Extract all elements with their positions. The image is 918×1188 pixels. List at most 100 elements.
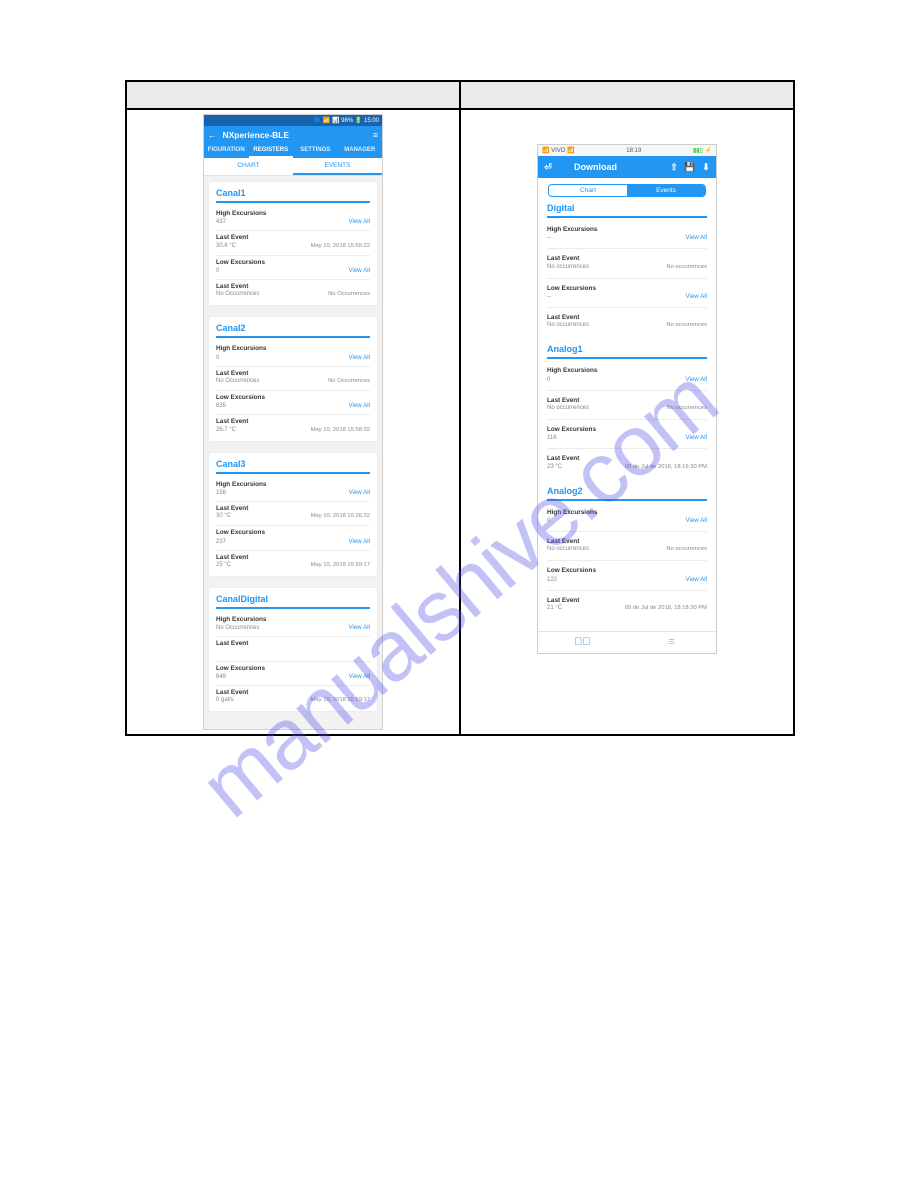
download-icon[interactable]: ⬇ [700, 161, 712, 173]
seg-events[interactable]: Events [627, 185, 705, 196]
excursion-section: High Excursions0 View All [547, 503, 707, 532]
tab-registers[interactable]: REGISTERS [249, 144, 294, 158]
channel-title: Canal2 [216, 323, 370, 338]
excursion-section: High Excursions156View All [216, 478, 370, 502]
last-event-section: Last EventNo occurrencesNo occurrences [547, 391, 707, 420]
channel-title: CanalDigital [216, 594, 370, 609]
channel-title: Analog2 [547, 486, 707, 501]
tab-figuration[interactable]: FIGURATION [204, 144, 249, 158]
view-all-link[interactable]: View All [348, 354, 370, 361]
excursion-section: Low Excursions116 View All [547, 420, 707, 449]
android-titlebar: ← NXperience-BLE ≡ [204, 126, 382, 144]
segmented-control: Chart Events [548, 184, 706, 197]
section-label: Low Excursions [547, 426, 707, 434]
tab-settings[interactable]: SETTINGS [293, 144, 338, 158]
event-value: 30 °C [216, 513, 231, 519]
section-label: Last Event [216, 640, 370, 648]
channel-title: Canal3 [216, 459, 370, 474]
section-value: 122 [547, 577, 557, 583]
view-all-link[interactable]: View All [348, 624, 370, 631]
section-value: 116 [547, 435, 557, 441]
app-title: NXperience-BLE [223, 130, 290, 140]
event-value: 26.7 °C [216, 427, 236, 433]
seg-wrap: Chart Events [538, 178, 716, 203]
view-all-link[interactable]: View All [348, 673, 370, 680]
section-value: -- [547, 294, 551, 300]
subtab-chart[interactable]: CHART [204, 158, 293, 175]
clock-text: 18:19 [575, 148, 693, 154]
share-icon[interactable]: ⇧ [668, 161, 680, 173]
excursion-section: High Excursions--View All [547, 220, 707, 249]
channel-card: DigitalHigh Excursions--View AllLast Eve… [547, 203, 707, 336]
section-value: 635 [216, 403, 226, 409]
view-all-link[interactable]: View All [348, 538, 370, 545]
ios-navbar: ⏎ Download ⇧ 💾 ⬇ [538, 156, 716, 178]
tab-data-icon[interactable]: ☰⃝ [538, 632, 627, 653]
view-all-link[interactable]: View All [348, 489, 370, 496]
section-label: Last Event [216, 234, 370, 242]
ios-cell: 📶 VIVO 📶 18:19 ▮▮▯ ⚡ ⏎ Download ⇧ 💾 ⬇ Ch… [460, 109, 794, 735]
android-body: Canal1 High Excursions 437 View All Last Eve… [204, 176, 382, 729]
view-all-link[interactable]: View All [348, 218, 370, 225]
channel-card: Canal3High Excursions156View AllLast Eve… [209, 453, 377, 576]
event-timestamp: May 10, 2018 15:55:22 [311, 243, 370, 249]
view-all-link[interactable]: View All [348, 267, 370, 274]
android-subtabs: CHART EVENTS [204, 158, 382, 176]
back-arrow-icon[interactable]: ← [208, 130, 217, 140]
event-timestamp: May 10, 2018 15:58:32 [311, 427, 370, 433]
subtab-events[interactable]: EVENTS [293, 158, 382, 175]
section-value: 0 [547, 518, 550, 524]
event-value: 25 °C [216, 562, 231, 568]
battery-text: ▮▮▯ ⚡ [693, 147, 712, 154]
excursion-section: Low Excursions-- View All [547, 279, 707, 308]
last-event-section: Last Event26.7 °CMay 10, 2018 15:58:32 [216, 415, 370, 438]
event-timestamp: May 10, 2018 15:26:32 [311, 513, 370, 519]
section-value: 437 [216, 219, 226, 225]
last-event-section: Last Event30 °CMay 10, 2018 15:26:32 [216, 502, 370, 526]
channel-card: CanalDigital High ExcursionsNo Occurrence… [209, 588, 377, 711]
section-value: 156 [216, 490, 226, 496]
event-right: No occurrences [666, 546, 707, 552]
event-value: No occurrences [547, 322, 589, 328]
section-label: High Excursions [547, 509, 707, 517]
section-label: Low Excursions [216, 394, 370, 402]
event-timestamp: May 10, 2018 15:59:17 [311, 562, 370, 568]
event-right: No occurrences [666, 322, 707, 328]
event-value: No Occurrences [216, 378, 259, 384]
android-statusbar: 🔵 📶 📊 98% 🔋 15:00 [204, 115, 382, 126]
last-event-section: Last EventNo OccurrencesNo Occurrences [216, 367, 370, 391]
tab-list-icon[interactable]: ≡ [627, 632, 716, 653]
excursion-section: High Excursions0View All [216, 342, 370, 366]
back-icon[interactable]: ⏎ [542, 161, 554, 173]
save-icon[interactable]: 💾 [684, 161, 696, 173]
channel-title: Canal1 [216, 188, 370, 203]
seg-chart[interactable]: Chart [549, 185, 627, 196]
last-event-section: Last Event30.6 °CMay 10, 2018 15:55:22 [216, 231, 370, 255]
view-all-link[interactable]: View All [685, 293, 707, 300]
excursion-section: High ExcursionsNo OccurrencesView All [216, 613, 370, 637]
view-all-link[interactable]: View All [348, 402, 370, 409]
section-label: Low Excursions [547, 285, 707, 293]
menu-icon[interactable]: ≡ [373, 130, 378, 140]
section-value: 649 [216, 674, 226, 680]
section-value: 0 [547, 377, 550, 383]
event-value: No occurrences [547, 546, 589, 552]
view-all-link[interactable]: View All [685, 376, 707, 383]
view-all-link[interactable]: View All [685, 434, 707, 441]
view-all-link[interactable]: View All [685, 517, 707, 524]
view-all-link[interactable]: View All [685, 234, 707, 241]
view-all-link[interactable]: View All [685, 576, 707, 583]
section-label: Last Event [547, 597, 707, 605]
last-event-section: Last EventNo occurrencesNo occurrences [547, 249, 707, 278]
section-label: Low Excursions [216, 259, 370, 267]
section-label: High Excursions [547, 367, 707, 375]
last-event-section: Last Event21 °C09 de Jul de 2018, 18:18:… [547, 591, 707, 619]
excursion-section: Low Excursions122View All [547, 561, 707, 590]
carrier-text: 📶 VIVO 📶 [542, 147, 575, 154]
excursion-section: Low Excursions649 View All [216, 662, 370, 686]
section-label: Last Event [216, 370, 370, 378]
section-label: High Excursions [216, 616, 370, 624]
event-value: 0 gal/s [216, 697, 234, 703]
section-label: Low Excursions [216, 665, 370, 673]
tab-manager[interactable]: MANAGER [338, 144, 383, 158]
